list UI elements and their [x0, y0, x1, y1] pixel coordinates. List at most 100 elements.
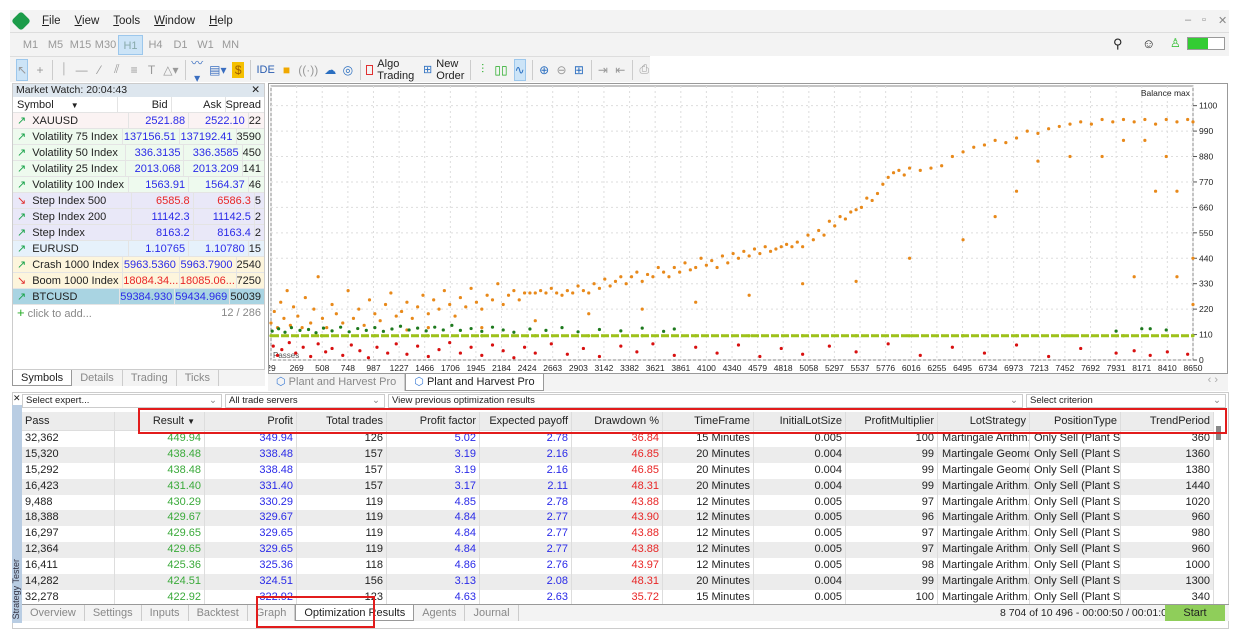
timeframe-m5[interactable]: M5 — [43, 35, 68, 55]
restore-icon[interactable]: ▫ — [1202, 14, 1206, 26]
menu-view[interactable]: View — [75, 15, 100, 27]
templates-icon[interactable]: ▤▾ — [209, 63, 226, 77]
horizontal-line-icon[interactable]: — — [76, 63, 88, 77]
bid-cell: 137156.51 — [122, 129, 179, 144]
tab-ticks[interactable]: Ticks — [177, 370, 219, 386]
timeframe-w1[interactable]: W1 — [193, 35, 218, 55]
market-icon[interactable]: $ — [232, 61, 244, 78]
select-expert-dropdown[interactable]: Select expert... ⌄ — [22, 394, 222, 408]
chart-tab-1[interactable]: ⬡ Plant and Harvest Pro — [268, 374, 406, 391]
account-icon[interactable]: ☺ — [1142, 36, 1155, 51]
timeframe-mn[interactable]: MN — [218, 35, 243, 55]
indicators-icon[interactable]: 〰▾ — [191, 54, 203, 85]
menu-file[interactable]: File — [42, 15, 61, 27]
symbol-row[interactable]: ↗ Volatility 25 Index 2013.068 2013.209 1… — [13, 161, 264, 177]
table-cell: 0.004 — [754, 478, 846, 495]
criterion-dropdown[interactable]: Select criterion ⌄ — [1026, 394, 1226, 408]
tab-backtest[interactable]: Backtest — [189, 605, 248, 621]
column-header[interactable]: Pass — [22, 412, 115, 430]
zoom-out-icon[interactable]: ⊖ — [556, 63, 567, 77]
ask-column-header[interactable]: Ask — [170, 97, 225, 112]
search-icon[interactable]: ⚲ — [1113, 36, 1123, 52]
bid-column-header[interactable]: Bid — [116, 97, 171, 112]
timeframe-h4[interactable]: H4 — [143, 35, 168, 55]
close-icon[interactable]: ✕ — [251, 84, 260, 97]
menu-window[interactable]: Window — [154, 15, 195, 27]
line-chart-icon[interactable]: ∿ — [513, 58, 526, 81]
vertical-line-icon[interactable]: ⏐ — [58, 62, 69, 77]
zoom-in-icon[interactable]: ⊕ — [538, 63, 549, 77]
algo-trading-button[interactable]: Algo Trading — [366, 58, 417, 82]
fibonacci-icon[interactable]: ≡ — [128, 63, 139, 77]
candlestick-icon[interactable]: ▯▯ — [494, 63, 507, 77]
table-row[interactable]: 16,423 431.40 331.40 157 3.17 2.11 48.31 20 Min… — [22, 478, 1214, 495]
symbol-row[interactable]: ↗ Step Index 200 11142.3 11142.5 2 — [13, 209, 264, 225]
symbol-row[interactable]: ↗ Step Index 8163.2 8163.4 2 — [13, 225, 264, 241]
chart-shift-icon[interactable]: ⇤ — [615, 63, 626, 77]
crosshair-icon[interactable]: + — [34, 63, 45, 77]
table-row[interactable]: 16,411 425.36 325.36 118 4.86 2.76 43.97 12 Min… — [22, 558, 1214, 575]
chart-tab-2[interactable]: ⬡ Plant and Harvest Pro — [405, 374, 544, 391]
table-row[interactable]: 14,282 424.51 324.51 156 3.13 2.08 48.31 20 Min… — [22, 574, 1214, 590]
add-symbol-row[interactable]: + click to add... 12 / 286 — [13, 305, 264, 321]
tab-agents[interactable]: Agents — [414, 605, 466, 621]
table-row[interactable]: 15,292 438.48 338.48 157 3.19 2.16 46.85 20 Min… — [22, 462, 1214, 479]
signal-icon[interactable]: ♙ — [1170, 36, 1181, 50]
table-row[interactable]: 18,388 429.67 329.67 119 4.84 2.77 43.90 12 Min… — [22, 510, 1214, 527]
spread-column-header[interactable]: Spread — [224, 97, 264, 112]
timeframe-m15[interactable]: M15 — [68, 35, 93, 55]
trade-servers-dropdown[interactable]: All trade servers ⌄ — [225, 394, 385, 408]
tab-symbols[interactable]: Symbols — [12, 370, 73, 386]
symbol-row[interactable]: ↘ Step Index 500 6585.8 6586.3 5 — [13, 193, 264, 209]
close-icon[interactable]: ✕ — [1218, 14, 1227, 27]
shapes-icon[interactable]: △▾ — [163, 63, 178, 77]
minimize-icon[interactable]: – — [1185, 14, 1191, 26]
channel-icon[interactable]: ⫽ — [111, 62, 122, 77]
autoscroll-icon[interactable]: ⇥ — [597, 63, 608, 77]
table-row[interactable]: 16,297 429.65 329.65 119 4.84 2.77 43.88 12 Min… — [22, 526, 1214, 543]
start-button[interactable]: Start — [1165, 605, 1225, 621]
trendline-icon[interactable]: ⁄ — [94, 63, 105, 77]
data-point-baseline — [907, 334, 912, 338]
ide-button[interactable]: IDE — [256, 64, 274, 76]
tab-inputs[interactable]: Inputs — [142, 605, 189, 621]
symbol-row[interactable]: ↗ Volatility 100 Index 1563.91 1564.37 46 — [13, 177, 264, 193]
text-icon[interactable]: T — [146, 63, 157, 77]
table-row[interactable]: 9,488 430.29 330.29 119 4.85 2.78 43.88 12 Minu… — [22, 494, 1214, 511]
previous-results-dropdown[interactable]: View previous optimization results ⌄ — [388, 394, 1023, 408]
tab-details[interactable]: Details — [72, 370, 123, 386]
radio-icon[interactable]: ((·)) — [298, 63, 318, 77]
new-order-button[interactable]: ⊞ New Order — [423, 58, 464, 82]
optimization-chart[interactable]: 29 269 508 748 987 1227 1466 1706 1945 2184 2424 26… — [266, 83, 1228, 374]
tab-scroll-arrows[interactable]: ‹ › — [1208, 374, 1228, 391]
table-row[interactable]: 12,364 429.65 329.65 119 4.84 2.77 43.88 12 Min… — [22, 542, 1214, 559]
timeframe-d1[interactable]: D1 — [168, 35, 193, 55]
tab-overview[interactable]: Overview — [22, 605, 85, 621]
symbol-row[interactable]: ↗ EURUSD 1.10765 1.10780 15 — [13, 241, 264, 257]
symbol-row[interactable]: ↗ Crash 1000 Index 5963.5360 5963.7900 25… — [13, 257, 264, 273]
menu-help[interactable]: Help — [209, 15, 233, 27]
symbol-row[interactable]: ↘ Boom 1000 Index 18084.34... 18085.06...… — [13, 273, 264, 289]
symbol-row[interactable]: ↗ XAUUSD 2521.88 2522.10 22 — [13, 113, 264, 129]
close-icon[interactable]: ✕ — [13, 393, 21, 404]
tile-windows-icon[interactable]: ⊞ — [573, 63, 584, 77]
tab-journal[interactable]: Journal — [465, 605, 519, 621]
screenshot-icon[interactable]: ⎙ — [639, 62, 650, 77]
bar-chart-icon[interactable]: ⫶ — [477, 62, 488, 77]
symbol-column-header[interactable]: Symbol ▼ — [13, 97, 117, 112]
cursor-icon[interactable]: ↖ — [16, 58, 29, 81]
shop-bag-icon[interactable]: ■ — [281, 63, 292, 77]
vps-cloud-icon[interactable]: ☁ — [324, 63, 336, 77]
timeframe-m1[interactable]: M1 — [18, 35, 43, 55]
table-row[interactable]: 15,320 438.48 338.48 157 3.19 2.16 46.85 20 Min… — [22, 446, 1214, 463]
tab-settings[interactable]: Settings — [85, 605, 142, 621]
menu-tools[interactable]: Tools — [113, 15, 140, 27]
timeframe-m30[interactable]: M30 — [93, 35, 118, 55]
timeframe-h1[interactable]: H1 — [118, 34, 143, 55]
symbol-row[interactable]: ↗ Volatility 75 Index 137156.51 137192.41… — [13, 129, 264, 145]
signals-icon[interactable]: ◎ — [342, 63, 353, 77]
x-tick-label: 3382 — [620, 363, 639, 373]
symbol-row[interactable]: ↗ BTCUSD 59384.930 59434.969 50039 — [13, 289, 264, 305]
tab-trading[interactable]: Trading — [123, 370, 177, 386]
symbol-row[interactable]: ↗ Volatility 50 Index 336.3135 336.3585 4… — [13, 145, 264, 161]
